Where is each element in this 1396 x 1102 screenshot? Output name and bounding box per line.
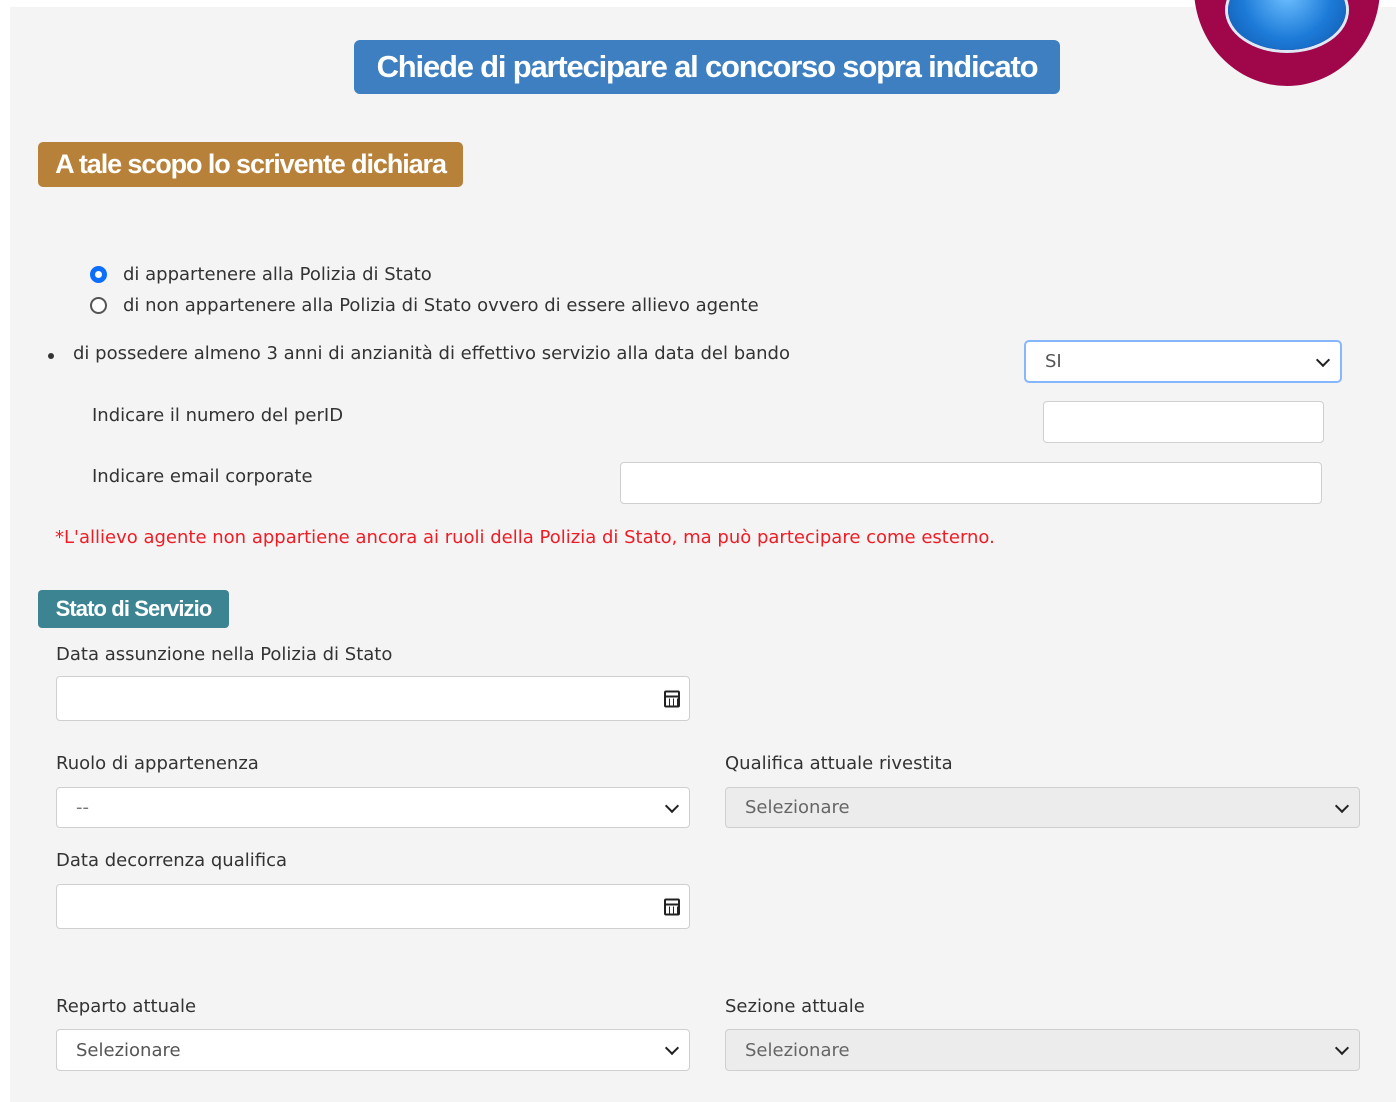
chevron-down-icon xyxy=(1334,798,1350,813)
chevron-down-icon xyxy=(1334,1040,1350,1056)
chevron-down-icon xyxy=(664,1040,680,1056)
role-select[interactable]: -- xyxy=(56,787,690,828)
page-title: Chiede di partecipare al concorso sopra … xyxy=(354,40,1060,94)
section-value: Selezionare xyxy=(745,1039,850,1061)
hire-date-input[interactable] xyxy=(56,676,690,721)
role-value: -- xyxy=(76,797,89,818)
perid-input[interactable] xyxy=(1043,401,1324,443)
seniority-label: di possedere almeno 3 anni di anzianità … xyxy=(73,343,790,364)
department-value: Selezionare xyxy=(76,1039,181,1061)
hire-date-label: Data assunzione nella Polizia di Stato xyxy=(56,644,393,665)
bullet-icon xyxy=(48,353,54,359)
perid-label: Indicare il numero del perID xyxy=(92,405,344,426)
email-label: Indicare email corporate xyxy=(92,466,313,487)
radio-not-belongs-label: di non appartenere alla Polizia di Stato… xyxy=(123,295,759,316)
qualification-date-input[interactable] xyxy=(56,884,690,929)
section-label: Sezione attuale xyxy=(725,996,865,1017)
section-select[interactable]: Selezionare xyxy=(725,1029,1360,1071)
allievo-note: *L'allievo agente non appartiene ancora … xyxy=(55,527,995,548)
service-title: Stato di Servizio xyxy=(38,590,229,628)
radio-not-belongs-polizia[interactable] xyxy=(90,297,107,314)
department-select[interactable]: Selezionare xyxy=(56,1029,690,1071)
qualification-select[interactable]: Selezionare xyxy=(725,787,1360,828)
department-label: Reparto attuale xyxy=(56,996,197,1017)
seniority-select[interactable]: SI xyxy=(1025,341,1341,382)
chevron-down-icon xyxy=(664,798,680,813)
declaration-title: A tale scopo lo scrivente dichiara xyxy=(38,142,463,187)
qualification-value: Selezionare xyxy=(745,797,850,818)
qualification-label: Qualifica attuale rivestita xyxy=(725,753,953,774)
radio-belongs-label: di appartenere alla Polizia di Stato xyxy=(123,264,432,285)
seniority-value: SI xyxy=(1045,351,1062,372)
qualification-date-label: Data decorrenza qualifica xyxy=(56,850,288,871)
role-label: Ruolo di appartenenza xyxy=(56,753,259,774)
email-input[interactable] xyxy=(620,462,1322,504)
chevron-down-icon xyxy=(1315,352,1331,367)
calendar-icon[interactable] xyxy=(664,690,680,707)
radio-belongs-polizia[interactable] xyxy=(90,266,107,283)
home-icon xyxy=(1228,0,1346,50)
calendar-icon[interactable] xyxy=(664,898,680,915)
